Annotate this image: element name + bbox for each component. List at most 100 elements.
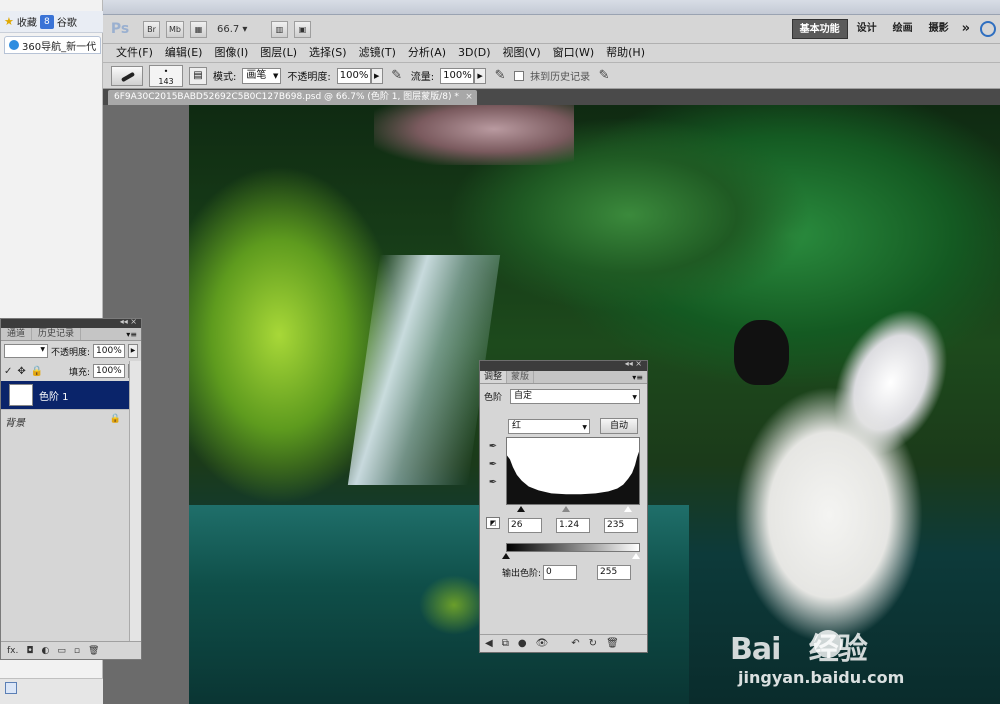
input-white-field[interactable]: 235 [604, 518, 638, 533]
collapse-icon[interactable]: ◂◂ × [120, 317, 137, 326]
pressure-size-icon[interactable]: ✎ [596, 68, 612, 84]
brush-panel-toggle-icon[interactable]: ▤ [189, 66, 207, 85]
arrange-documents-button[interactable]: ▥ [270, 20, 288, 38]
workspace-design[interactable]: 设计 [850, 19, 884, 39]
menu-analysis[interactable]: 分析(A) [402, 44, 452, 62]
menu-layer[interactable]: 图层(L) [254, 44, 303, 62]
adjustment-layer-icon[interactable]: ◐ [41, 646, 49, 656]
bridge-button[interactable]: Br [143, 20, 160, 38]
flow-input[interactable]: 100% [440, 67, 475, 84]
workspace-more-button[interactable]: » [958, 19, 974, 39]
return-to-list-icon[interactable]: ◀ [485, 638, 493, 649]
lock-icons: ✓ ✥ 🔒 [4, 366, 43, 377]
tab-adjustments[interactable]: 调整 [480, 371, 508, 383]
menu-3d[interactable]: 3D(D) [452, 44, 497, 62]
menu-select[interactable]: 选择(S) [303, 44, 353, 62]
add-mask-icon[interactable]: ◘ [26, 646, 33, 656]
input-gamma-handle[interactable] [562, 506, 570, 512]
fill-input[interactable]: 100% [93, 364, 125, 378]
layer-row-levels[interactable]: 色阶 1 [1, 381, 141, 410]
clipping-icon[interactable]: ◩ [486, 517, 500, 529]
star-icon[interactable]: ★ [4, 15, 14, 28]
output-black-field[interactable]: 0 [543, 565, 578, 580]
close-icon[interactable]: × [465, 90, 473, 105]
lock-position-icon[interactable]: ✥ [17, 366, 25, 377]
favorites-link[interactable]: 收藏 [17, 14, 37, 29]
photo-rock [374, 105, 574, 165]
brush-preset-picker[interactable]: • 143 [149, 64, 183, 87]
collapse-icon[interactable]: ◂◂ × [625, 359, 642, 368]
flow-slider-arrow[interactable]: ▶ [474, 67, 487, 84]
opacity-input[interactable]: 100% [336, 67, 371, 84]
output-white-handle[interactable] [632, 553, 640, 559]
panel-menu-icon[interactable]: ▾≡ [122, 328, 141, 340]
trash-icon[interactable]: 🗑 [606, 638, 619, 649]
window-icon[interactable] [5, 682, 17, 694]
input-white-handle[interactable] [624, 506, 632, 512]
panel-menu-icon[interactable]: ▾≡ [628, 371, 647, 383]
workspace-photography[interactable]: 摄影 [922, 19, 956, 39]
new-group-icon[interactable]: ▭ [57, 646, 66, 656]
channel-select[interactable]: 红 [508, 418, 590, 434]
menu-file[interactable]: 文件(F) [110, 44, 159, 62]
reset-icon[interactable]: ↻ [589, 638, 597, 649]
new-layer-icon[interactable]: ▫ [74, 646, 80, 656]
menu-image[interactable]: 图像(I) [208, 44, 254, 62]
menu-help[interactable]: 帮助(H) [600, 44, 651, 62]
output-black-handle[interactable] [502, 553, 510, 559]
adjustments-panel-titlebar[interactable]: ◂◂ × [480, 359, 647, 371]
preset-select[interactable]: 自定 [510, 389, 641, 404]
menu-filter[interactable]: 滤镜(T) [353, 44, 402, 62]
google-icon[interactable]: 8 [39, 14, 54, 29]
trash-icon[interactable]: 🗑 [88, 646, 99, 656]
opacity-label: 不透明度: [287, 72, 331, 83]
auto-button[interactable]: 自动 [600, 418, 638, 434]
layer-opacity-input[interactable]: 100% [93, 344, 125, 358]
search-icon[interactable] [980, 21, 996, 37]
blend-mode-select[interactable] [4, 344, 48, 358]
zoom-level-select[interactable]: 66.7 ▾ [217, 21, 265, 38]
view-extras-button[interactable]: ▦ [189, 20, 207, 38]
opacity-slider-arrow[interactable]: ▶ [370, 67, 383, 84]
white-eyedropper-icon[interactable]: ✒ [487, 477, 499, 489]
layer-opacity-arrow[interactable]: ▶ [128, 344, 138, 358]
input-gamma-field[interactable]: 1.24 [556, 518, 590, 533]
tab-masks[interactable]: 蒙版 [507, 371, 535, 383]
mode-select[interactable]: 画笔 [242, 67, 282, 84]
tab-channels[interactable]: 通道 [1, 328, 33, 340]
layer-row-background[interactable]: 背景 🔒 [1, 410, 141, 432]
tab-history[interactable]: 历史记录 [32, 328, 82, 340]
fx-icon[interactable]: fx. [7, 646, 18, 656]
layers-scrollbar[interactable] [129, 361, 141, 641]
previous-state-icon[interactable]: ↶ [571, 638, 579, 649]
google-link[interactable]: 谷歌 [57, 14, 77, 29]
output-levels-slider[interactable] [502, 553, 640, 561]
screen-mode-button[interactable]: ▣ [293, 20, 311, 38]
expanded-view-icon[interactable]: ⧉ [502, 638, 509, 649]
document-tab-bar: 6F9A30C2015BABD52692C5B0C127B698.psd @ 6… [103, 89, 1000, 105]
workspace-painting[interactable]: 绘画 [886, 19, 920, 39]
input-levels-slider[interactable] [506, 506, 640, 514]
airbrush-icon[interactable]: ✎ [492, 68, 508, 84]
input-black-handle[interactable] [517, 506, 525, 512]
black-eyedropper-icon[interactable]: ✒ [487, 441, 499, 453]
lock-all-icon[interactable]: 🔒 [31, 366, 43, 377]
pressure-opacity-icon[interactable]: ✎ [389, 68, 405, 84]
clip-to-layer-icon[interactable]: ● [518, 638, 527, 649]
layer-mask-thumbnail[interactable] [9, 384, 33, 406]
minibridge-button[interactable]: Mb [166, 20, 184, 38]
input-black-field[interactable]: 26 [508, 518, 542, 533]
gray-eyedropper-icon[interactable]: ✒ [487, 459, 499, 471]
lock-pixels-icon[interactable]: ✓ [4, 366, 12, 377]
menu-window[interactable]: 窗口(W) [547, 44, 600, 62]
erase-to-history-checkbox[interactable] [514, 70, 525, 81]
tool-preset-picker[interactable] [111, 65, 143, 86]
layers-panel-titlebar[interactable]: ◂◂ × [1, 317, 141, 328]
browser-tab[interactable]: 360导航_新一代 [4, 36, 102, 54]
menu-view[interactable]: 视图(V) [497, 44, 547, 62]
output-white-field[interactable]: 255 [597, 565, 632, 580]
visibility-icon[interactable]: 👁 [536, 638, 549, 649]
workspace-essentials[interactable]: 基本功能 [791, 19, 848, 39]
menu-edit[interactable]: 编辑(E) [159, 44, 209, 62]
document-tab[interactable]: 6F9A30C2015BABD52692C5B0C127B698.psd @ 6… [108, 90, 477, 105]
